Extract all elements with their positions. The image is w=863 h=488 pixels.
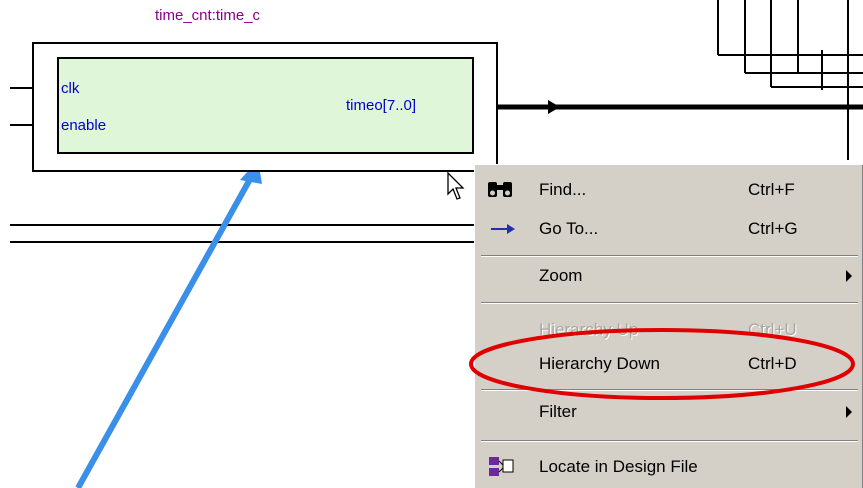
menu-item-shortcut: Ctrl+F	[748, 180, 795, 199]
menu-item-label: Filter	[539, 402, 577, 421]
menu-separator	[481, 302, 858, 304]
submenu-arrow-icon	[846, 270, 852, 282]
annotation-arrow-line	[75, 170, 257, 488]
menu-item-label: Locate in Design File	[539, 457, 698, 476]
menu-item-locate-in-design-file[interactable]: Locate in Design File	[475, 448, 863, 488]
port-clk-label: clk	[61, 80, 80, 97]
binoculars-icon	[488, 182, 512, 197]
arrow-right-icon	[491, 224, 515, 234]
highlight-ellipse	[469, 328, 855, 400]
menu-item-zoom[interactable]: Zoom	[475, 257, 863, 297]
bus-arrowhead	[548, 100, 560, 114]
port-enable-label: enable	[61, 117, 107, 134]
mouse-cursor-icon	[447, 172, 465, 200]
menu-item-label: Go To...	[539, 219, 599, 238]
menu-item-find[interactable]: Find... Ctrl+F	[475, 171, 863, 211]
menu-item-label: Find...	[539, 180, 587, 199]
submenu-arrow-icon	[846, 406, 852, 418]
port-timeo-label: timeo[7..0]	[346, 97, 417, 114]
menu-separator	[481, 440, 858, 442]
menu-item-shortcut: Ctrl+G	[748, 219, 798, 238]
menu-item-label: Zoom	[539, 266, 583, 285]
menu-item-go-to[interactable]: Go To... Ctrl+G	[475, 210, 863, 250]
locate-file-icon	[489, 457, 514, 476]
block-instance-title: time_cnt:time_c	[155, 7, 261, 24]
